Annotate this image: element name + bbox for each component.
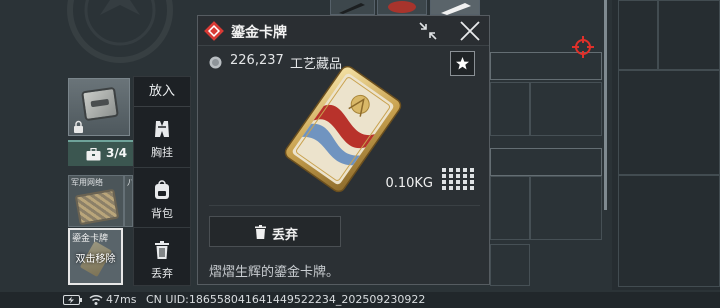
knife-icon: [339, 3, 365, 14]
battery-icon: [63, 295, 82, 305]
item-title: 鎏金卡牌: [231, 25, 287, 41]
star-icon: [456, 57, 469, 70]
grid-cell[interactable]: [618, 0, 658, 70]
capacity-label: 3/4: [106, 146, 128, 160]
item-detail-popup: 鎏金卡牌 226,237 工艺藏品 0.10KG 丢弃 熠熠生辉的鎏金卡牌。: [197, 15, 490, 285]
trash-icon: [255, 225, 266, 239]
item-description: 熠熠生辉的鎏金卡牌。: [209, 265, 340, 280]
menu-item-label: 背包: [151, 207, 173, 220]
menu-item-vest[interactable]: 胸挂: [134, 107, 190, 167]
item-price: 226,237: [230, 53, 284, 68]
meat-icon: [388, 1, 416, 13]
grid-cell[interactable]: [490, 176, 530, 240]
favorite-button[interactable]: [450, 51, 475, 76]
grid-cell[interactable]: [618, 175, 720, 287]
grid-cell[interactable]: [618, 70, 720, 175]
right-panel: [612, 0, 720, 290]
grid-cell[interactable]: [530, 82, 602, 136]
grid-cell[interactable]: [490, 148, 602, 176]
vest-icon: [155, 121, 169, 137]
ping-readout: 47ms: [106, 293, 137, 306]
grid-cell[interactable]: [490, 244, 530, 286]
bottle-icon: [441, 3, 471, 15]
emblem-icon: [67, 0, 173, 63]
discard-button[interactable]: 丢弃: [209, 216, 341, 247]
selected-slot-label: 鎏金卡牌: [72, 234, 109, 244]
close-icon[interactable]: [458, 19, 482, 43]
selected-item-slot[interactable]: 鎏金卡牌 双击移除: [68, 228, 123, 285]
item-image: [74, 188, 120, 226]
coin-icon: [209, 56, 222, 69]
grid-cell[interactable]: [490, 82, 530, 136]
backpack-icon: [155, 180, 169, 199]
double-click-remove-hint: 双击移除: [75, 254, 116, 265]
menu-item-label: 胸挂: [151, 146, 173, 159]
grid-cell[interactable]: [658, 0, 720, 70]
collapse-icon[interactable]: [417, 20, 439, 42]
item-slot[interactable]: 军用网络: [68, 175, 124, 227]
wifi-icon: [89, 294, 103, 305]
scrollbar[interactable]: [604, 0, 607, 210]
grid-cell[interactable]: [530, 176, 602, 240]
gilded-card-image: [284, 65, 402, 193]
popup-header: 鎏金卡牌: [198, 16, 489, 46]
menu-item-backpack[interactable]: 背包: [134, 167, 190, 227]
discard-label: 丢弃: [272, 228, 299, 243]
trash-icon: [155, 241, 169, 259]
menu-header: 放入: [134, 77, 190, 107]
menu-item-discard[interactable]: 丢弃: [134, 227, 190, 287]
secure-case-slot[interactable]: [68, 78, 130, 136]
briefcase-icon: [86, 148, 101, 161]
put-into-menu: 放入 胸挂 背包 丢弃: [133, 76, 191, 286]
item-slot[interactable]: 八: [124, 175, 133, 227]
inventory-screen: 3/4 军用网络 八 鎏金卡牌 双击移除 放入 胸挂 背包: [0, 0, 720, 308]
container-capacity-bar[interactable]: 3/4: [68, 140, 133, 166]
status-bar: 47ms CN UID:186558041641449522234_202509…: [0, 292, 720, 308]
item-weight: 0.10KG: [385, 176, 433, 191]
menu-item-label: 丢弃: [151, 267, 173, 280]
item-slot-label: 军用网络: [71, 178, 103, 187]
crosshair-icon[interactable]: [572, 36, 594, 58]
grid-icon: [442, 168, 474, 190]
user-id: CN UID:186558041641449522234_20250923092…: [146, 293, 426, 306]
case-image: [81, 86, 119, 122]
divider: [209, 205, 480, 206]
diamond-icon: [204, 21, 224, 41]
item-tile[interactable]: [430, 0, 480, 15]
lock-icon: [74, 120, 83, 133]
item-tile[interactable]: [330, 0, 375, 15]
item-tile[interactable]: [377, 0, 427, 15]
